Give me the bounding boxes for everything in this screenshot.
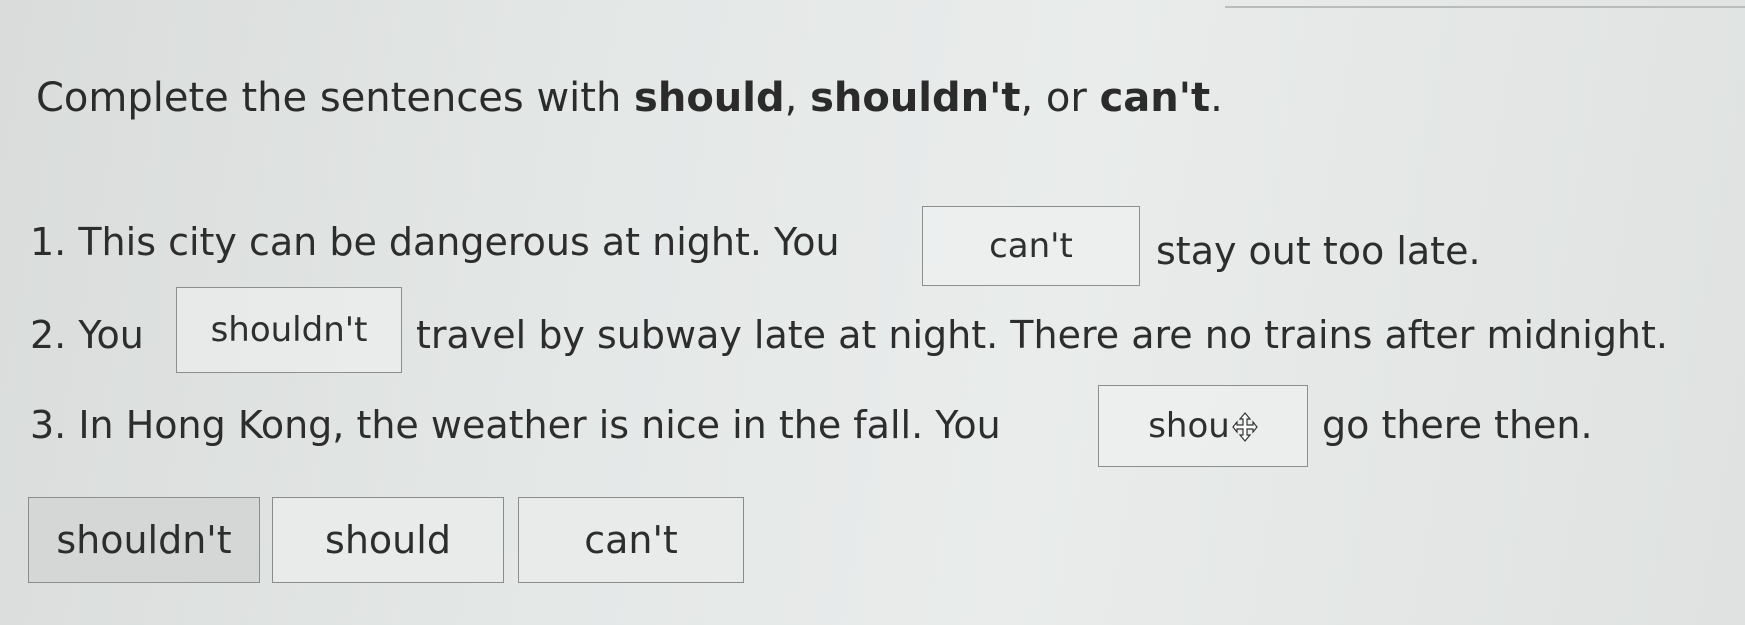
option-should[interactable]: should	[272, 497, 504, 583]
instruction-separator: , or	[1020, 75, 1100, 121]
answer-blank-1[interactable]: can't	[922, 206, 1140, 286]
sentence-2-start: 2. You	[30, 313, 144, 357]
answer-blank-2[interactable]: shouldn't	[176, 287, 402, 373]
instruction-period: .	[1210, 75, 1223, 121]
option-shouldnt[interactable]: shouldn't	[28, 497, 260, 583]
instruction-prefix: Complete the sentences with	[36, 75, 635, 121]
option-cant[interactable]: can't	[518, 497, 744, 583]
move-cursor-icon	[1232, 411, 1258, 442]
sentence-1-start: 1. This city can be dangerous at night. …	[30, 220, 840, 264]
answer-blank-3-text: shou	[1148, 406, 1230, 446]
instruction-separator: ,	[784, 75, 811, 121]
instruction-text: Complete the sentences with should, shou…	[36, 70, 1223, 126]
option-shouldnt-label: shouldn't	[56, 518, 232, 562]
instruction-word-shouldnt: shouldn't	[810, 75, 1021, 121]
option-should-label: should	[325, 518, 451, 562]
answer-blank-1-text: can't	[989, 226, 1073, 266]
sentence-3-end: go there then.	[1322, 403, 1593, 447]
answer-blank-3[interactable]: shou	[1098, 385, 1308, 467]
instruction-word-cant: can't	[1099, 75, 1211, 121]
sentence-1-end: stay out too late.	[1156, 229, 1481, 273]
option-cant-label: can't	[584, 518, 678, 562]
top-divider	[1225, 6, 1745, 8]
answer-blank-2-text: shouldn't	[210, 310, 368, 350]
sentence-2-end: travel by subway late at night. There ar…	[416, 313, 1668, 357]
sentence-3-start: 3. In Hong Kong, the weather is nice in …	[30, 403, 1001, 447]
instruction-word-should: should	[634, 75, 785, 121]
